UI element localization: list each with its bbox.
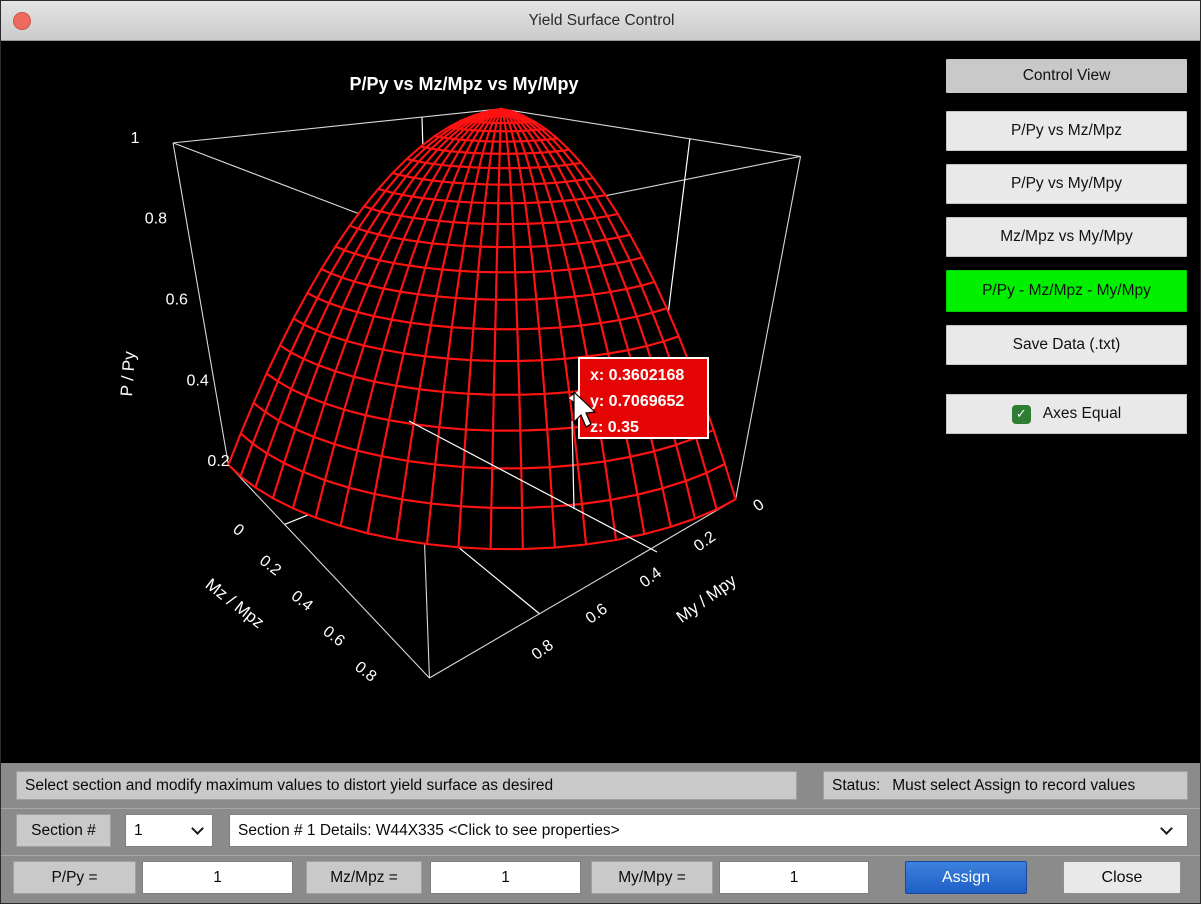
sidebar-button-3d-view[interactable]: P/Py - Mz/Mpz - My/Mpy [946, 270, 1187, 312]
status-prefix: Status: [832, 777, 880, 795]
titlebar: Yield Surface Control [1, 1, 1201, 41]
mympy-field-label: My/Mpy = [591, 861, 713, 894]
sidebar-button-ppy-vs-mzmpz[interactable]: P/Py vs Mz/Mpz [946, 111, 1187, 151]
svg-text:x: 0.3602168: x: 0.3602168 [590, 367, 684, 384]
chevron-down-icon [191, 822, 204, 835]
svg-text:P/Py vs Mz/Mpz vs My/Mpy: P/Py vs Mz/Mpz vs My/Mpy [349, 74, 578, 94]
window-title: Yield Surface Control [1, 1, 1201, 41]
svg-text:y: 0.7069652: y: 0.7069652 [590, 393, 684, 410]
section-number-label: Section # [16, 814, 111, 847]
mzmpz-field-label: Mz/Mpz = [306, 861, 422, 894]
chevron-down-icon [1160, 822, 1173, 835]
svg-text:P / Py: P / Py [117, 350, 139, 397]
datatip: x: 0.3602168 y: 0.7069652 z: 0.35 [569, 358, 708, 438]
svg-text:0.4: 0.4 [637, 564, 665, 591]
sidebar-button-label: Control View [1023, 67, 1111, 85]
svg-text:0.6: 0.6 [166, 292, 188, 309]
yield-surface [228, 109, 735, 549]
instruction-label: Select section and modify maximum values… [16, 771, 797, 800]
svg-text:0: 0 [750, 496, 767, 515]
sidebar-button-save-data[interactable]: Save Data (.txt) [946, 325, 1187, 365]
sidebar-button-label: Save Data (.txt) [1013, 336, 1121, 354]
axes-equal-checkbox[interactable]: ✓ [1012, 405, 1031, 424]
sidebar-button-label: P/Py vs My/Mpy [1011, 175, 1122, 193]
svg-text:0.6: 0.6 [320, 623, 348, 650]
svg-text:1: 1 [131, 130, 140, 147]
svg-text:0.2: 0.2 [207, 453, 229, 470]
assign-button[interactable]: Assign [905, 861, 1027, 894]
sidebar-button-label: Mz/Mpz vs My/Mpy [1000, 228, 1133, 246]
svg-text:0.8: 0.8 [529, 637, 557, 664]
yield-surface-3d-plot[interactable]: 00.20.40.60.800.20.40.60.80.20.40.60.81M… [1, 41, 941, 763]
svg-text:0.6: 0.6 [583, 601, 611, 628]
svg-text:0.2: 0.2 [691, 528, 719, 555]
svg-text:0.4: 0.4 [187, 372, 209, 389]
sidebar-button-ppy-vs-mympy[interactable]: P/Py vs My/Mpy [946, 164, 1187, 204]
ppy-field-label: P/Py = [13, 861, 136, 894]
sidebar-button-label: P/Py vs Mz/Mpz [1011, 122, 1122, 140]
sidebar-button-control-view[interactable]: Control View [946, 59, 1187, 93]
sidebar-button-label: P/Py - Mz/Mpz - My/Mpy [982, 282, 1151, 300]
svg-text:0.2: 0.2 [256, 552, 284, 579]
svg-text:0.4: 0.4 [288, 588, 316, 615]
svg-text:z: 0.35: z: 0.35 [590, 419, 639, 436]
status-message: Must select Assign to record values [892, 777, 1135, 795]
mympy-input[interactable] [719, 861, 869, 894]
axes-equal-panel: ✓ Axes Equal [946, 394, 1187, 434]
ppy-input[interactable] [142, 861, 293, 894]
section-number-value: 1 [134, 822, 143, 840]
close-button[interactable]: Close [1063, 861, 1181, 894]
svg-text:0: 0 [229, 521, 247, 540]
svg-text:Mz / Mpz: Mz / Mpz [202, 575, 268, 632]
section-details-value: Section # 1 Details: W44X335 <Click to s… [238, 822, 620, 840]
mzmpz-input[interactable] [430, 861, 581, 894]
plot-title: P/Py vs Mz/Mpz vs My/Mpy [349, 74, 578, 94]
checkmark-icon: ✓ [1016, 406, 1027, 422]
svg-text:0.8: 0.8 [351, 658, 379, 685]
separator [1, 855, 1201, 856]
sidebar-button-mzmpz-vs-mympy[interactable]: Mz/Mpz vs My/Mpy [946, 217, 1187, 257]
svg-text:My / Mpy: My / Mpy [673, 571, 740, 627]
yield-surface-control-window: Yield Surface Control 00.20.40.60.800.20… [0, 0, 1201, 904]
bottom-control-panel: Select section and modify maximum values… [1, 763, 1201, 904]
section-details-select[interactable]: Section # 1 Details: W44X335 <Click to s… [229, 814, 1188, 847]
section-number-select[interactable]: 1 [125, 814, 213, 847]
axes-equal-label: Axes Equal [1043, 405, 1121, 423]
separator [1, 808, 1201, 809]
svg-text:0.8: 0.8 [145, 211, 167, 228]
status-label: Status: Must select Assign to record val… [823, 771, 1188, 800]
